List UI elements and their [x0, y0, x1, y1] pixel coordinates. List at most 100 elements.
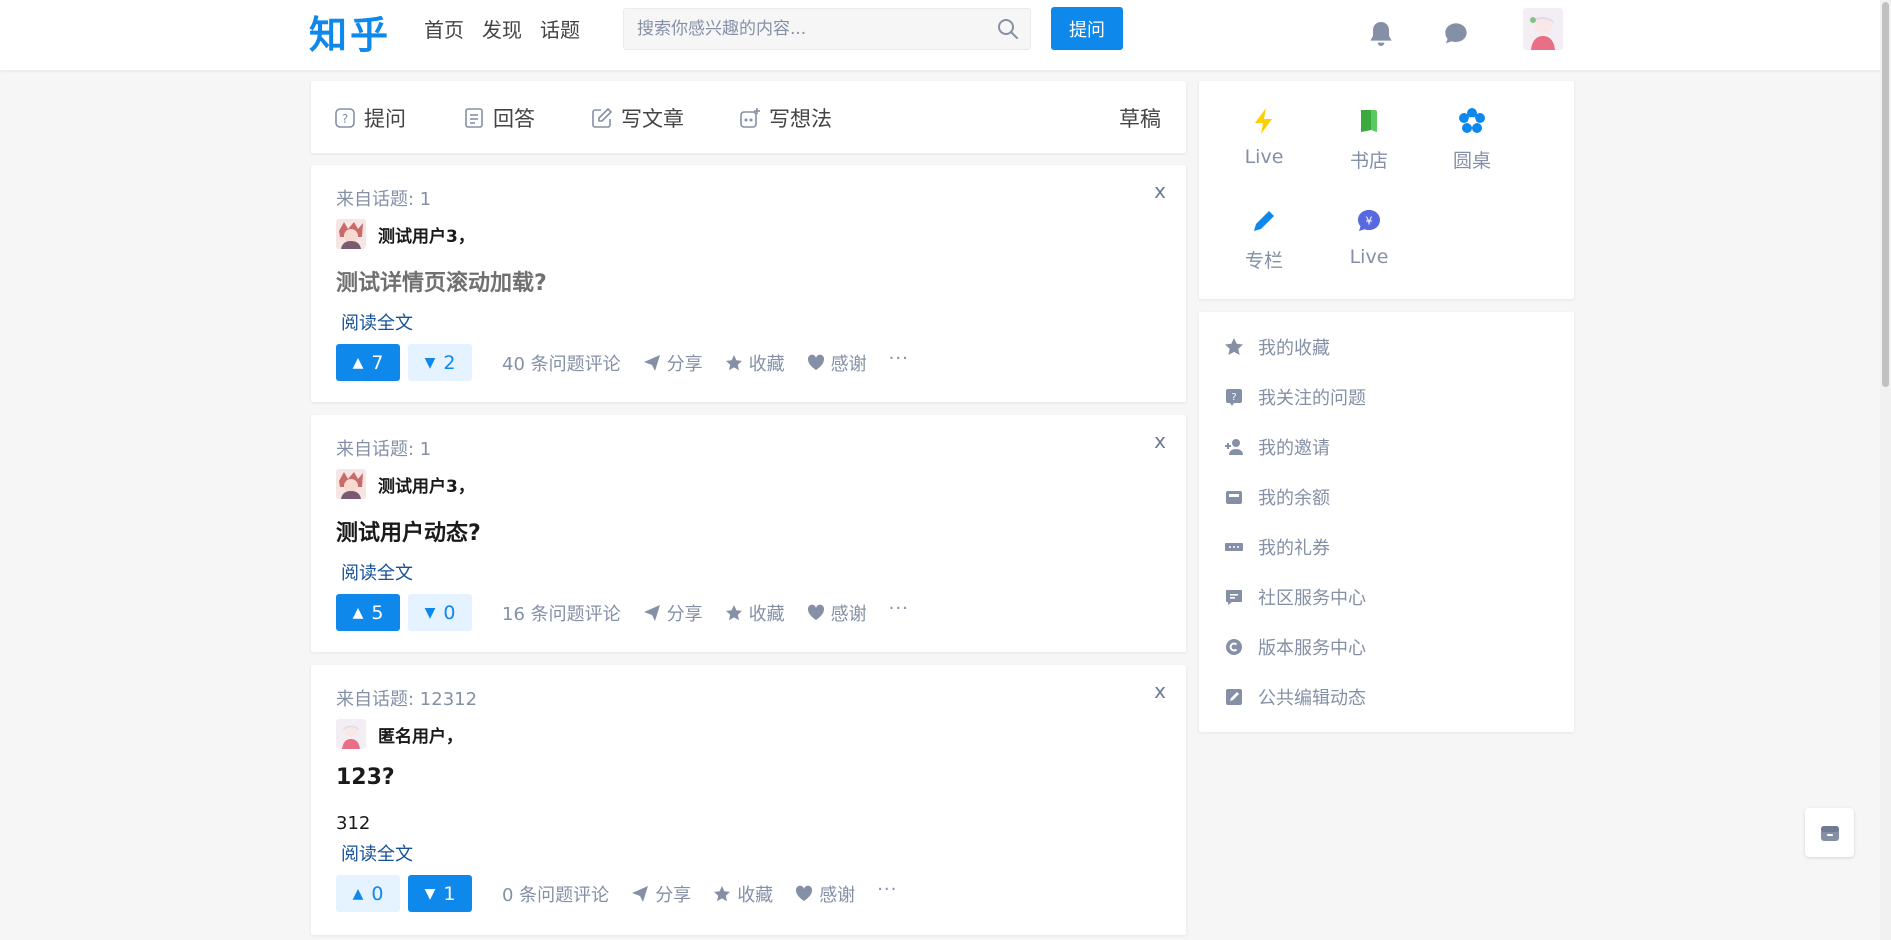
author-name[interactable]: 测试用户3， [378, 222, 475, 247]
share-button[interactable]: 分享 [643, 350, 703, 376]
menu-my-coupons[interactable]: 我的礼券 [1224, 534, 1330, 560]
write-answer-button[interactable]: 回答 [463, 103, 535, 133]
downvote-button[interactable]: ▼ 0 [408, 594, 472, 631]
read-more-link[interactable]: 阅读全文 [341, 309, 413, 335]
more-options-button[interactable]: ··· [889, 598, 909, 619]
back-to-top-button[interactable] [1805, 808, 1854, 857]
write-idea-button[interactable]: 写想法 [739, 103, 832, 133]
quick-live[interactable]: Live [1224, 106, 1304, 168]
scrollbar-thumb[interactable] [1882, 2, 1889, 387]
menu-my-balance[interactable]: 我的余额 [1224, 484, 1330, 510]
read-more-link[interactable]: 阅读全文 [341, 840, 413, 866]
quick-roundtable-label: 圆桌 [1452, 150, 1491, 172]
pencil-icon [1254, 211, 1274, 231]
question-title[interactable]: 测试用户动态? [336, 515, 481, 547]
menu-community-service[interactable]: 社区服务中心 [1224, 584, 1366, 610]
bell-icon[interactable] [1365, 18, 1397, 50]
search-box [623, 8, 1031, 50]
menu-public-edits[interactable]: 公共编辑动态 [1224, 684, 1366, 710]
collect-label: 收藏 [737, 884, 774, 906]
dismiss-button[interactable]: x [1154, 179, 1166, 203]
author-avatar[interactable] [336, 719, 366, 749]
zhihu-logo[interactable]: 知乎 [309, 4, 391, 59]
chat-icon[interactable] [1440, 18, 1472, 50]
quick-live-paid[interactable]: ¥ Live [1329, 206, 1409, 268]
svg-text:¥: ¥ [1366, 215, 1373, 228]
star-icon [725, 604, 742, 620]
svg-text:?: ? [342, 112, 348, 126]
nav-home[interactable]: 首页 [424, 16, 464, 44]
lightning-icon [1255, 108, 1272, 134]
menu-label: 我的礼券 [1258, 538, 1330, 559]
yen-chat-icon: ¥ [1358, 210, 1380, 231]
answer-excerpt: 312 [336, 813, 371, 834]
share-button[interactable]: 分享 [643, 600, 703, 626]
author-name[interactable]: 匿名用户， [378, 722, 463, 747]
read-more-link[interactable]: 阅读全文 [341, 559, 413, 585]
feed-card: 来自话题: 1 x 测试用户3， 测试详情页滚动加载? 阅读全文 ▲ 7 ▼ 2 4… [311, 165, 1186, 402]
thanks-button[interactable]: 感谢 [795, 881, 855, 907]
quick-bookstore[interactable]: 书店 [1329, 106, 1409, 173]
upvote-button[interactable]: ▲ 0 [336, 875, 400, 912]
more-options-button[interactable]: ··· [889, 348, 909, 369]
nav-topics[interactable]: 话题 [540, 16, 580, 44]
user-avatar[interactable] [1523, 8, 1563, 50]
nav-explore[interactable]: 发现 [482, 16, 522, 44]
downvote-icon: ▼ [424, 604, 436, 621]
write-article-button[interactable]: 写文章 [591, 103, 684, 133]
author-info: 测试用户3， [336, 469, 475, 499]
dismiss-button[interactable]: x [1154, 429, 1166, 453]
upvote-button[interactable]: ▲ 7 [336, 344, 400, 381]
collect-button[interactable]: 收藏 [725, 350, 785, 376]
downvote-button[interactable]: ▼ 1 [408, 875, 472, 912]
quick-roundtable[interactable]: 圆桌 [1432, 106, 1512, 173]
topic-source: 来自话题: 12312 [336, 689, 478, 710]
thanks-label: 感谢 [819, 884, 856, 906]
copyright-icon [1226, 639, 1242, 655]
write-question-button[interactable]: ? 提问 [334, 103, 406, 133]
collect-button[interactable]: 收藏 [725, 600, 785, 626]
menu-followed-questions[interactable]: ? 我关注的问题 [1224, 384, 1366, 410]
comments-button[interactable]: 40 条问题评论 [502, 350, 621, 376]
collect-button[interactable]: 收藏 [713, 881, 773, 907]
book-icon [1361, 110, 1377, 132]
menu-label: 我的收藏 [1258, 338, 1330, 359]
drafts-link[interactable]: 草稿 [1119, 103, 1161, 133]
dismiss-button[interactable]: x [1154, 679, 1166, 703]
upvote-icon: ▲ [352, 885, 364, 902]
comments-button[interactable]: 0 条问题评论 [502, 881, 609, 907]
ask-question-button[interactable]: 提问 [1051, 7, 1123, 50]
thanks-label: 感谢 [830, 353, 867, 375]
share-label: 分享 [655, 884, 692, 906]
more-options-button[interactable]: ··· [877, 879, 897, 900]
search-icon[interactable] [996, 17, 1020, 41]
share-label: 分享 [666, 603, 703, 625]
question-title[interactable]: 测试详情页滚动加载? [336, 265, 547, 297]
menu-my-collections[interactable]: 我的收藏 [1224, 334, 1330, 360]
edit-box-icon [1226, 689, 1242, 705]
author-name[interactable]: 测试用户3， [378, 472, 475, 497]
search-input[interactable] [624, 9, 974, 49]
thanks-button[interactable]: 感谢 [807, 350, 867, 376]
collect-label: 收藏 [748, 603, 785, 625]
author-avatar[interactable] [336, 219, 366, 249]
thanks-button[interactable]: 感谢 [807, 600, 867, 626]
question-title[interactable]: 123? [336, 765, 395, 790]
downvote-button[interactable]: ▼ 2 [408, 344, 472, 381]
menu-copyright-service[interactable]: 版本服务中心 [1224, 634, 1366, 660]
downvote-count: 2 [443, 351, 456, 374]
upvote-button[interactable]: ▲ 5 [336, 594, 400, 631]
quick-live-label: Live [1244, 146, 1284, 168]
quick-column[interactable]: 专栏 [1224, 206, 1304, 273]
upvote-count: 5 [371, 601, 384, 624]
author-avatar[interactable] [336, 469, 366, 499]
topic-source: 来自话题: 1 [336, 439, 432, 460]
menu-my-invitations[interactable]: 我的邀请 [1224, 434, 1330, 460]
page-scrollbar[interactable] [1880, 0, 1891, 940]
write-question-label: 提问 [364, 107, 406, 131]
idea-icon [740, 108, 760, 128]
downvote-icon: ▼ [424, 354, 436, 371]
write-answer-label: 回答 [493, 107, 535, 131]
share-button[interactable]: 分享 [631, 881, 691, 907]
comments-button[interactable]: 16 条问题评论 [502, 600, 621, 626]
